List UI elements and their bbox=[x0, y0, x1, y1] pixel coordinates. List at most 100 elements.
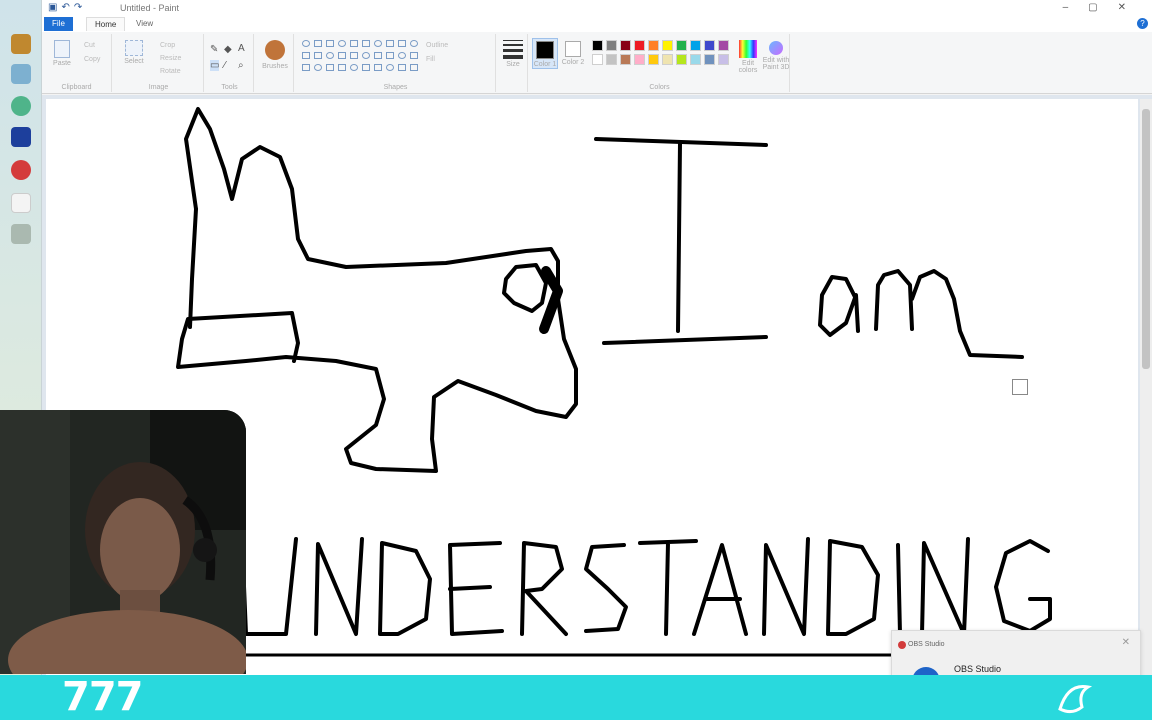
color-swatch[interactable] bbox=[662, 54, 673, 65]
letter-stroke bbox=[994, 539, 1052, 633]
color-swatch[interactable] bbox=[634, 54, 645, 65]
color-swatch[interactable] bbox=[718, 40, 729, 51]
shape-icon[interactable] bbox=[302, 40, 310, 47]
color-picker-icon[interactable]: ⁄ bbox=[224, 60, 226, 71]
shape-icon[interactable] bbox=[326, 40, 334, 47]
pencil-icon[interactable]: ✎ bbox=[210, 44, 218, 55]
app-shortcut-icon[interactable] bbox=[11, 34, 31, 54]
color-swatch[interactable] bbox=[620, 54, 631, 65]
shape-icon[interactable] bbox=[374, 64, 382, 71]
size-button[interactable]: Size bbox=[500, 40, 526, 68]
color-swatch[interactable] bbox=[676, 54, 687, 65]
clipboard-group: Paste Cut Copy Clipboard bbox=[42, 34, 112, 92]
letter-stroke bbox=[378, 541, 432, 636]
crop-button[interactable]: Crop bbox=[160, 42, 175, 49]
shape-icon[interactable] bbox=[386, 64, 394, 71]
copy-button[interactable]: Copy bbox=[84, 56, 100, 63]
color-swatch[interactable] bbox=[676, 40, 687, 51]
fill-icon[interactable]: ◆ bbox=[224, 44, 232, 55]
shape-icon[interactable] bbox=[410, 64, 418, 71]
tab-home[interactable]: Home bbox=[86, 17, 126, 31]
shape-icon[interactable] bbox=[386, 52, 394, 59]
paint3d-button[interactable]: Edit with Paint 3D bbox=[762, 38, 790, 71]
scrollbar-thumb[interactable] bbox=[1142, 109, 1150, 369]
letter-stroke bbox=[584, 543, 628, 633]
resize-handle[interactable] bbox=[1012, 379, 1028, 395]
close-icon[interactable]: ✕ bbox=[1122, 637, 1130, 648]
shape-icon[interactable] bbox=[302, 52, 310, 59]
color-swatch[interactable] bbox=[606, 40, 617, 51]
app-shortcut-icon[interactable] bbox=[11, 160, 31, 180]
window-controls[interactable]: –▢✕ bbox=[1063, 2, 1146, 13]
tab-file[interactable]: File bbox=[44, 17, 73, 31]
shape-icon[interactable] bbox=[362, 40, 370, 47]
color-swatch[interactable] bbox=[634, 40, 645, 51]
shape-icon[interactable] bbox=[350, 64, 358, 71]
shape-icon[interactable] bbox=[374, 40, 382, 47]
shape-icon[interactable] bbox=[398, 64, 406, 71]
letter-stroke bbox=[692, 543, 748, 636]
color-swatch[interactable] bbox=[690, 40, 701, 51]
shape-outline-button[interactable]: Outline bbox=[426, 42, 448, 49]
rotate-button[interactable]: Rotate bbox=[160, 68, 181, 75]
letter-stroke bbox=[826, 539, 880, 636]
help-icon[interactable]: ? bbox=[1137, 18, 1148, 29]
color-swatch[interactable] bbox=[648, 54, 659, 65]
shape-icon[interactable] bbox=[338, 64, 346, 71]
app-shortcut-icon[interactable] bbox=[11, 127, 31, 147]
color1-button[interactable]: Color 1 bbox=[532, 38, 558, 69]
shape-icon[interactable] bbox=[302, 64, 310, 71]
color-swatch[interactable] bbox=[620, 40, 631, 51]
shape-icon[interactable] bbox=[350, 40, 358, 47]
shape-icon[interactable] bbox=[398, 52, 406, 59]
app-shortcut-icon[interactable] bbox=[11, 96, 31, 116]
file-icon[interactable] bbox=[11, 193, 31, 213]
tab-view[interactable]: View bbox=[128, 17, 161, 31]
window-title: Untitled - Paint bbox=[120, 3, 180, 13]
shape-icon[interactable] bbox=[362, 64, 370, 71]
obs-notification[interactable]: OBS Studio ✕ OBS Studio bbox=[891, 630, 1141, 695]
color-swatch[interactable] bbox=[704, 40, 715, 51]
color-swatch[interactable] bbox=[592, 40, 603, 51]
shape-icon[interactable] bbox=[374, 52, 382, 59]
shape-icon[interactable] bbox=[326, 64, 334, 71]
letter-stroke bbox=[314, 537, 364, 636]
color2-button[interactable]: Color 2 bbox=[560, 38, 586, 66]
magnifier-icon[interactable]: ⌕ bbox=[238, 60, 244, 71]
shape-icon[interactable] bbox=[338, 52, 346, 59]
letter-stroke bbox=[638, 539, 698, 636]
color-swatch[interactable] bbox=[718, 54, 729, 65]
shape-icon[interactable] bbox=[410, 40, 418, 47]
app-shortcut-icon[interactable] bbox=[11, 224, 31, 244]
menu-tabs: File Home View ? bbox=[42, 16, 1152, 32]
resize-button[interactable]: Resize bbox=[160, 55, 181, 62]
text-icon[interactable]: A bbox=[238, 43, 245, 54]
app-shortcut-icon[interactable] bbox=[11, 64, 31, 84]
shape-fill-button[interactable]: Fill bbox=[426, 56, 435, 63]
shape-icon[interactable] bbox=[350, 52, 358, 59]
shape-icon[interactable] bbox=[314, 52, 322, 59]
letter-stroke bbox=[448, 541, 504, 636]
brushes-button[interactable]: Brushes bbox=[260, 40, 290, 70]
cut-button[interactable]: Cut bbox=[84, 42, 95, 49]
eraser-icon[interactable]: ▭ bbox=[210, 60, 220, 71]
color-swatch[interactable] bbox=[704, 54, 715, 65]
shape-icon[interactable] bbox=[314, 64, 322, 71]
shape-icon[interactable] bbox=[326, 52, 334, 59]
shape-icon[interactable] bbox=[398, 40, 406, 47]
edit-colors-button[interactable]: Edit colors bbox=[736, 38, 760, 74]
color-swatch[interactable] bbox=[648, 40, 659, 51]
shape-icon[interactable] bbox=[362, 52, 370, 59]
shape-icon[interactable] bbox=[338, 40, 346, 47]
vertical-scrollbar[interactable] bbox=[1140, 99, 1152, 675]
color-swatch[interactable] bbox=[662, 40, 673, 51]
paste-button[interactable]: Paste bbox=[48, 40, 76, 67]
color-swatch[interactable] bbox=[606, 54, 617, 65]
shape-icon[interactable] bbox=[410, 52, 418, 59]
color-swatch[interactable] bbox=[690, 54, 701, 65]
shape-icon[interactable] bbox=[386, 40, 394, 47]
select-button[interactable]: Select bbox=[120, 40, 148, 65]
shape-icon[interactable] bbox=[314, 40, 322, 47]
color-swatch[interactable] bbox=[592, 54, 603, 65]
quick-access-toolbar[interactable]: ▣↶↷ bbox=[48, 2, 86, 13]
